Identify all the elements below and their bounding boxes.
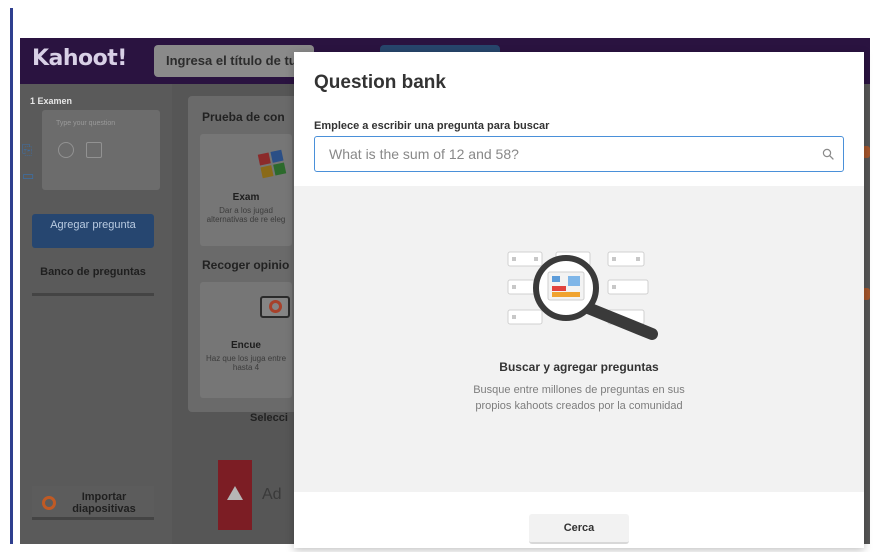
poll-card-desc: Haz que los juga entre hasta 4	[205, 354, 287, 372]
page-rule	[10, 8, 13, 544]
slide-label: 1 Examen	[30, 96, 73, 106]
delete-icon[interactable]: ▭	[22, 168, 34, 184]
magnifying-glass-icon	[507, 251, 658, 340]
search-icon[interactable]	[822, 148, 834, 160]
add-answer-label: Ad	[262, 486, 282, 503]
quiz-card-desc: Dar a los jugad alternativas de re eleg	[206, 206, 286, 224]
poll-icon	[260, 296, 290, 318]
question-bank-button[interactable]: Banco de preguntas	[32, 260, 154, 296]
triangle-icon	[227, 486, 243, 500]
close-button[interactable]: Cerca	[529, 514, 629, 544]
section-quiz-heading: Prueba de con	[202, 110, 285, 124]
answer-tile-red[interactable]	[218, 460, 252, 530]
search-label: Emplece a escribir una pregunta para bus…	[314, 120, 550, 132]
modal-title: Question bank	[314, 72, 446, 93]
question-bank-modal: Question bank Emplece a escribir una pre…	[294, 52, 864, 548]
add-question-button[interactable]: Agregar pregunta	[32, 214, 154, 248]
question-type-panel: Prueba de con Exam Dar a los jugad alter…	[188, 96, 298, 412]
thumb-image-icon	[86, 142, 102, 158]
import-slides-button[interactable]: Importar diapositivas	[32, 486, 154, 520]
thumb-placeholder: Type your question	[56, 120, 116, 127]
quiz-card-name: Exam	[232, 192, 260, 203]
kahoot-logo: Kahoot!	[32, 46, 127, 71]
kahoot-title-input[interactable]: Ingresa el título de tu kahoot...	[154, 45, 314, 77]
empty-state-panel: Buscar y agregar preguntas Busque entre …	[294, 186, 864, 492]
import-icon	[42, 496, 56, 510]
thumb-chip-icon	[58, 142, 74, 158]
empty-state-title: Buscar y agregar preguntas	[499, 360, 659, 374]
quiz-blocks-icon	[257, 149, 287, 179]
slides-sidebar: 1 Examen Type your question ⎘ ▭ Agregar …	[20, 84, 172, 544]
slide-thumbnail[interactable]: Type your question	[42, 110, 160, 190]
import-label: Importar diapositivas	[72, 491, 136, 515]
duplicate-icon[interactable]: ⎘	[22, 142, 32, 158]
quiz-type-card[interactable]: Exam Dar a los jugad alternativas de re …	[200, 134, 292, 246]
question-search-input[interactable]	[314, 136, 844, 172]
poll-card-name: Encue	[230, 340, 261, 351]
screenshot-frame: Kahoot! Ingresa el título de tu kahoot..…	[0, 0, 874, 552]
poll-type-card[interactable]: Encue Haz que los juga entre hasta 4	[200, 282, 292, 398]
section-opinion-heading: Recoger opinio	[202, 258, 290, 272]
empty-state-description: Busque entre millones de preguntas en su…	[473, 384, 685, 412]
select-label: Selecci	[250, 412, 288, 424]
